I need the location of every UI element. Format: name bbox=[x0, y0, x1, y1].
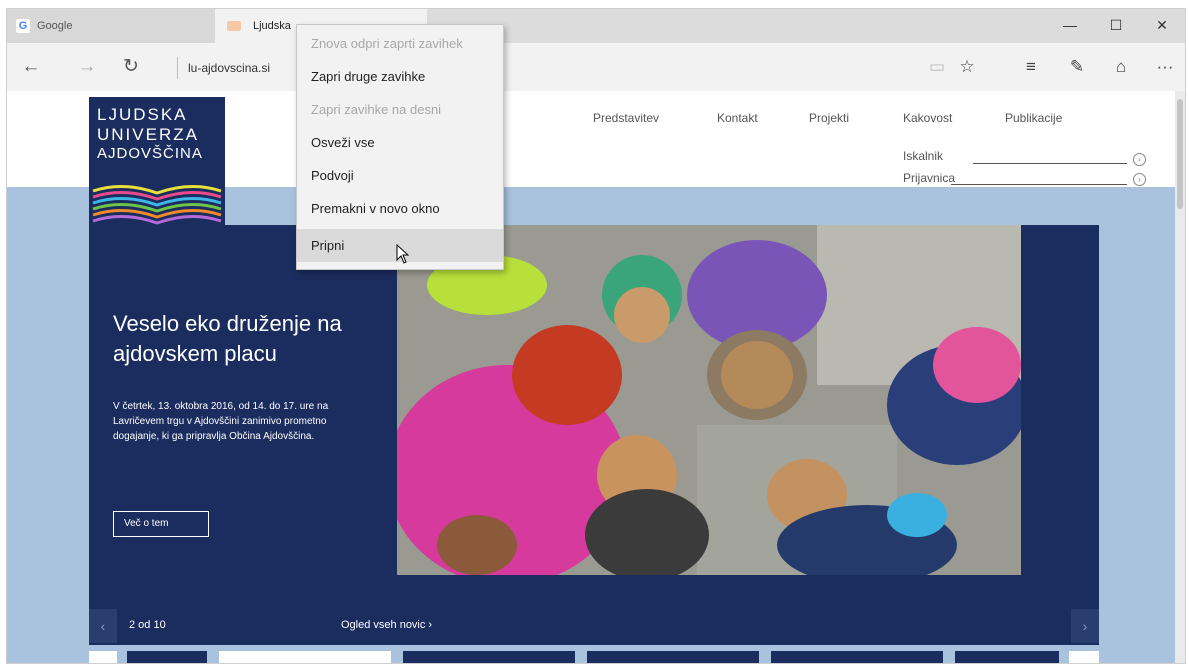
logo-line-2: UNIVERZA bbox=[97, 125, 199, 144]
maximize-button[interactable]: ☐ bbox=[1093, 9, 1139, 43]
news-tile[interactable] bbox=[127, 651, 207, 663]
login-go-icon[interactable]: › bbox=[1133, 173, 1146, 186]
hero-title[interactable]: Veselo eko druženje na ajdovskem placu bbox=[113, 309, 383, 369]
logo-line-1: LJUDSKA bbox=[97, 105, 188, 124]
favorite-star-icon[interactable]: ☆ bbox=[953, 53, 981, 81]
nav-kontakt[interactable]: Kontakt bbox=[717, 111, 758, 125]
login-input[interactable] bbox=[951, 184, 1127, 185]
nav-projekti[interactable]: Projekti bbox=[809, 111, 849, 125]
menu-item-move-to-new-window[interactable]: Premakni v novo okno bbox=[297, 192, 503, 225]
address-bar[interactable]: lu-ajdovscina.si bbox=[177, 57, 270, 79]
menu-item-close-tabs-right[interactable]: Zapri zavihke na desni bbox=[297, 93, 503, 126]
logo-book-stripes-icon bbox=[92, 184, 222, 225]
more-icon[interactable]: ··· bbox=[1151, 53, 1179, 81]
nav-predstavitev[interactable]: Predstavitev bbox=[593, 111, 659, 125]
site-favicon-icon bbox=[227, 21, 241, 31]
menu-item-duplicate[interactable]: Podvoji bbox=[297, 159, 503, 192]
search-go-icon[interactable]: › bbox=[1133, 153, 1146, 166]
site-logo[interactable]: LJUDSKA UNIVERZA AJDOVŠČINA bbox=[89, 97, 225, 225]
hero-photo[interactable] bbox=[397, 225, 1021, 575]
menu-item-close-other-tabs[interactable]: Zapri druge zavihke bbox=[297, 60, 503, 93]
children-photo-image bbox=[397, 225, 1021, 575]
login-label: Prijavnica bbox=[903, 171, 956, 185]
all-news-link[interactable]: Ogled vseh novic › bbox=[341, 619, 432, 631]
news-tiles-row bbox=[89, 651, 1099, 663]
tab-context-menu: Znova odpri zaprti zavihek Zapri druge z… bbox=[296, 24, 504, 270]
slide-counter: 2 od 10 bbox=[129, 619, 166, 631]
hub-icon[interactable]: ≡ bbox=[1017, 53, 1045, 81]
slider-footer: ‹ 2 od 10 Ogled vseh novic › › bbox=[89, 609, 1099, 643]
back-icon[interactable]: ← bbox=[17, 53, 45, 81]
tab-label: Google bbox=[37, 20, 73, 32]
search-label: Iskalnik bbox=[903, 149, 944, 163]
browser-window: G Google Ljudska — ☐ ✕ ← → ↻ lu-ajdovsci… bbox=[6, 8, 1186, 664]
news-slider: Veselo eko druženje na ajdovskem placu V… bbox=[89, 225, 1099, 645]
tab-strip: G Google Ljudska — ☐ ✕ bbox=[7, 9, 1185, 43]
web-note-icon[interactable]: ✎ bbox=[1063, 53, 1091, 81]
nav-kakovost[interactable]: Kakovost bbox=[903, 111, 952, 125]
news-tile[interactable] bbox=[587, 651, 759, 663]
minimize-button[interactable]: — bbox=[1047, 9, 1093, 43]
navigation-bar: ← → ↻ lu-ajdovscina.si ▭ ☆ ≡ ✎ ⌂ ··· bbox=[7, 43, 1185, 91]
nav-publikacije[interactable]: Publikacije bbox=[1005, 111, 1062, 125]
refresh-icon[interactable]: ↻ bbox=[117, 53, 145, 81]
slider-next-button[interactable]: › bbox=[1071, 609, 1099, 643]
logo-line-3: AJDOVŠČINA bbox=[97, 145, 203, 162]
scrollbar-thumb[interactable] bbox=[1177, 99, 1183, 209]
hero-text: V četrtek, 13. oktobra 2016, od 14. do 1… bbox=[113, 401, 329, 442]
google-favicon-icon: G bbox=[16, 19, 30, 33]
search-input[interactable] bbox=[973, 163, 1127, 164]
slider-prev-button[interactable]: ‹ bbox=[89, 609, 117, 643]
tiles-prev-button[interactable] bbox=[89, 651, 117, 663]
page-viewport: Predstavitev Kontakt Projekti Kakovost P… bbox=[7, 91, 1177, 663]
tiles-next-button[interactable] bbox=[1069, 651, 1099, 663]
reading-view-icon[interactable]: ▭ bbox=[923, 53, 951, 81]
news-tile[interactable] bbox=[955, 651, 1059, 663]
news-tile[interactable] bbox=[219, 651, 391, 663]
news-tile[interactable] bbox=[403, 651, 575, 663]
vertical-scrollbar[interactable] bbox=[1175, 91, 1185, 663]
tab-google[interactable]: G Google bbox=[7, 9, 215, 43]
menu-item-reopen-closed-tab[interactable]: Znova odpri zaprti zavihek bbox=[297, 27, 503, 60]
forward-icon[interactable]: → bbox=[73, 53, 101, 81]
tab-label: Ljudska bbox=[253, 20, 291, 32]
share-icon[interactable]: ⌂ bbox=[1107, 53, 1135, 81]
menu-item-refresh-all[interactable]: Osveži vse bbox=[297, 126, 503, 159]
read-more-button[interactable]: Več o tem bbox=[113, 511, 209, 537]
news-tile[interactable] bbox=[771, 651, 943, 663]
mouse-pointer-icon bbox=[396, 244, 410, 264]
close-button[interactable]: ✕ bbox=[1139, 9, 1185, 43]
